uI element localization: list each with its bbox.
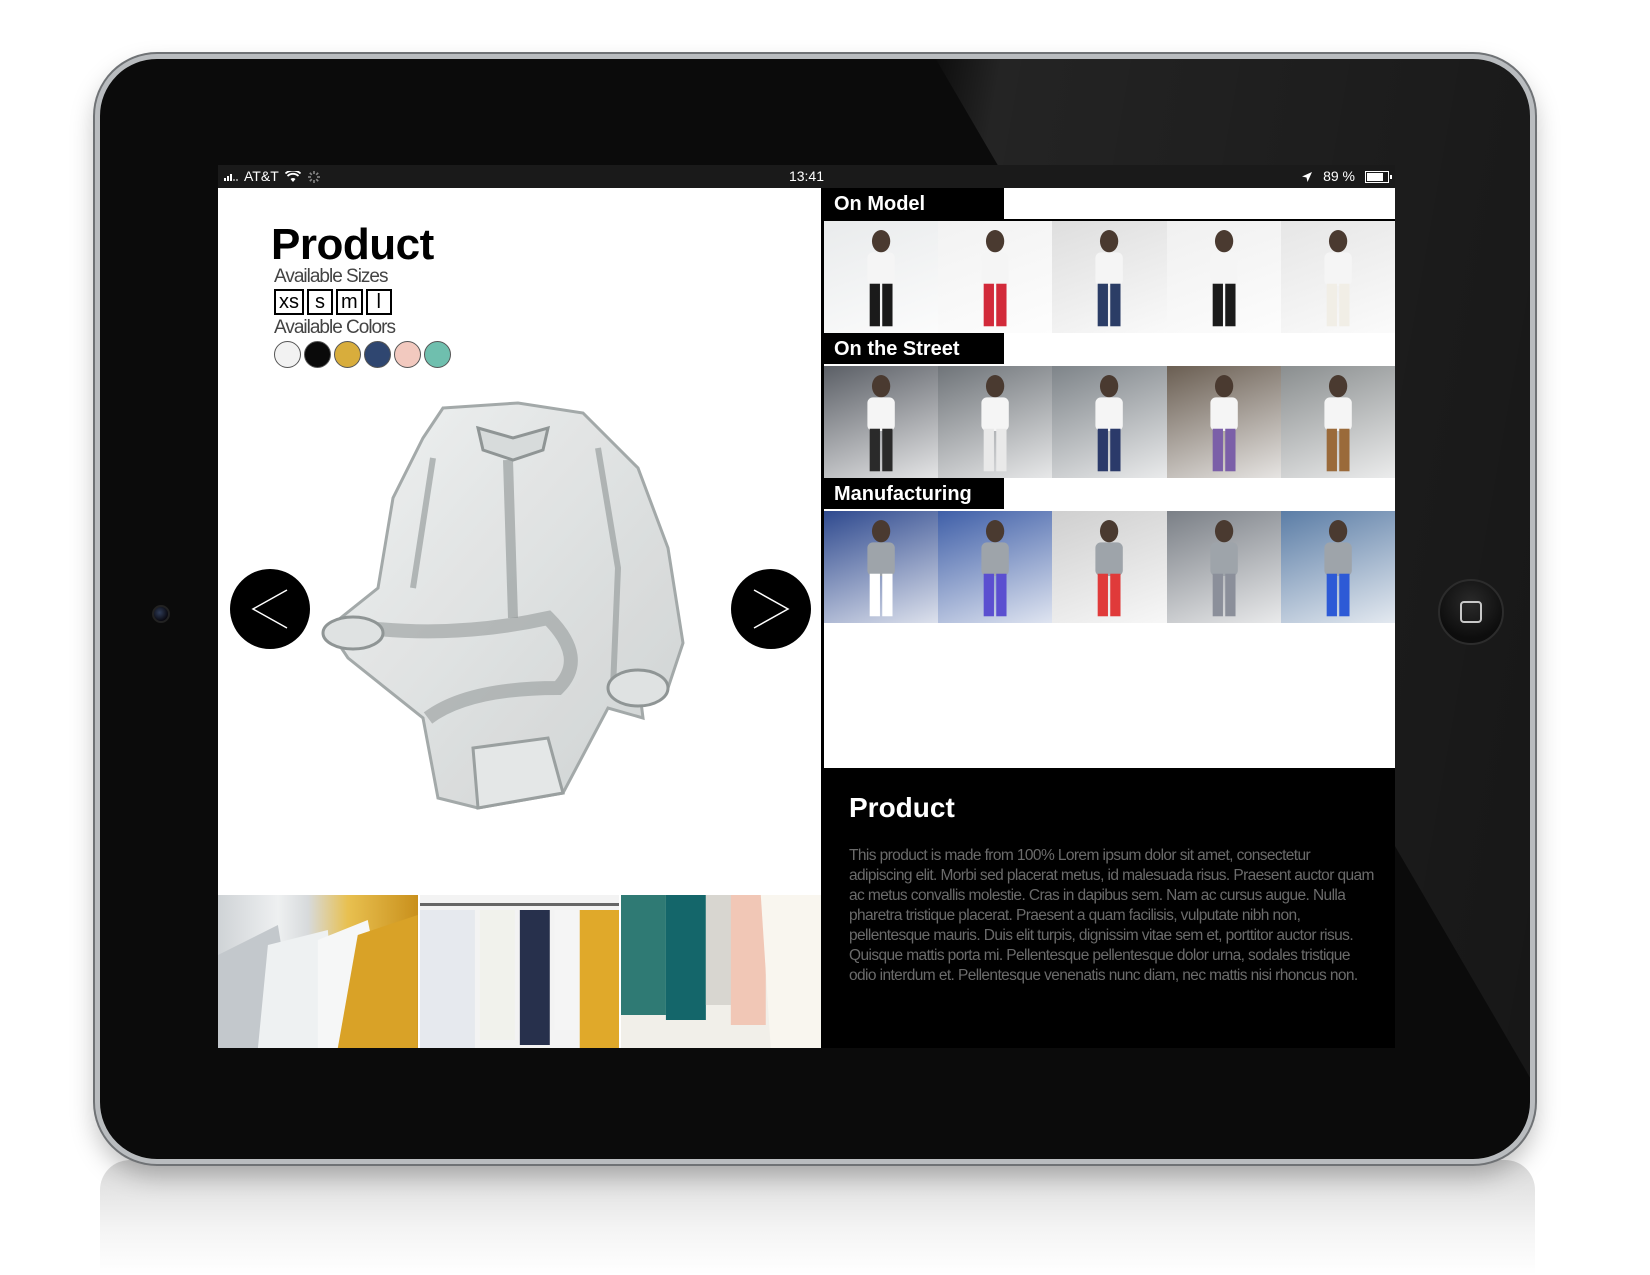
section-on-the-street: On the Street (824, 333, 1395, 478)
description-title: Product (849, 792, 955, 823)
home-square-icon (1460, 601, 1482, 623)
page-title: Product (271, 220, 434, 269)
description-body: This product is made from 100% Lorem ips… (849, 847, 1374, 984)
next-button[interactable] (731, 569, 811, 649)
photo-model-2[interactable] (938, 221, 1053, 333)
photo-model-5[interactable] (1280, 221, 1395, 333)
photo-factory-5[interactable] (1280, 511, 1395, 623)
tablet-screen: AT&T 13:41 89 % Product Available Sizes … (218, 165, 1395, 1048)
front-camera (152, 605, 170, 623)
battery-icon (1365, 170, 1392, 183)
available-sizes-label: Available Sizes (274, 266, 389, 287)
color-selector (274, 341, 451, 368)
color-swatch[interactable] (274, 341, 301, 368)
photo-factory-1[interactable] (824, 511, 939, 623)
tablet-reflection (100, 1160, 1535, 1275)
size-selector: xs s m l (274, 289, 392, 315)
photo-factory-3[interactable] (1052, 511, 1167, 623)
media-panel: On Model On the Street Manufacturing Pro… (824, 188, 1395, 1048)
size-option-l[interactable]: l (365, 289, 392, 315)
product-shirt-image (321, 401, 685, 810)
status-bar: AT&T 13:41 89 % (218, 165, 1395, 188)
photo-street-3[interactable] (1052, 366, 1167, 478)
photo-street-1[interactable] (824, 366, 939, 478)
previous-button[interactable] (230, 569, 310, 649)
section-on-model: On Model (824, 188, 1395, 333)
photo-street-2[interactable] (938, 366, 1053, 478)
rack-gallery (218, 895, 821, 1048)
section-title-on-the-street: On the Street (824, 333, 1004, 364)
product-description: Product This product is made from 100% L… (824, 768, 1395, 1048)
clock: 13:41 (788, 168, 825, 184)
size-option-s[interactable]: s (307, 289, 333, 315)
color-swatch[interactable] (424, 341, 451, 368)
gallery-image-rack-1[interactable] (218, 895, 418, 1048)
available-colors-label: Available Colors (274, 317, 396, 338)
size-option-m[interactable]: m (336, 289, 363, 315)
section-title-on-model: On Model (824, 188, 1004, 219)
photo-model-4[interactable] (1166, 221, 1281, 333)
chevron-right-icon (753, 589, 790, 629)
photo-factory-4[interactable] (1166, 511, 1281, 623)
gallery-image-rack-3[interactable] (621, 895, 821, 1048)
home-button[interactable] (1438, 579, 1504, 645)
product-panel: Product Available Sizes xs s m l Availab… (218, 188, 821, 1048)
section-title-manufacturing: Manufacturing (824, 478, 1004, 509)
photo-model-1[interactable] (824, 221, 939, 333)
color-swatch[interactable] (394, 341, 421, 368)
photo-model-3[interactable] (1052, 221, 1167, 333)
chevron-left-icon (251, 589, 288, 629)
section-manufacturing: Manufacturing (824, 478, 1395, 623)
photo-street-4[interactable] (1166, 366, 1281, 478)
gallery-image-rack-2[interactable] (419, 895, 620, 1048)
location-arrow-icon (1302, 171, 1313, 182)
battery-percentage: 89 % (1323, 168, 1355, 184)
size-option-xs[interactable]: xs (274, 289, 304, 315)
color-swatch[interactable] (364, 341, 391, 368)
color-swatch[interactable] (334, 341, 361, 368)
photo-factory-2[interactable] (938, 511, 1053, 623)
photo-street-5[interactable] (1280, 366, 1395, 478)
color-swatch[interactable] (304, 341, 331, 368)
